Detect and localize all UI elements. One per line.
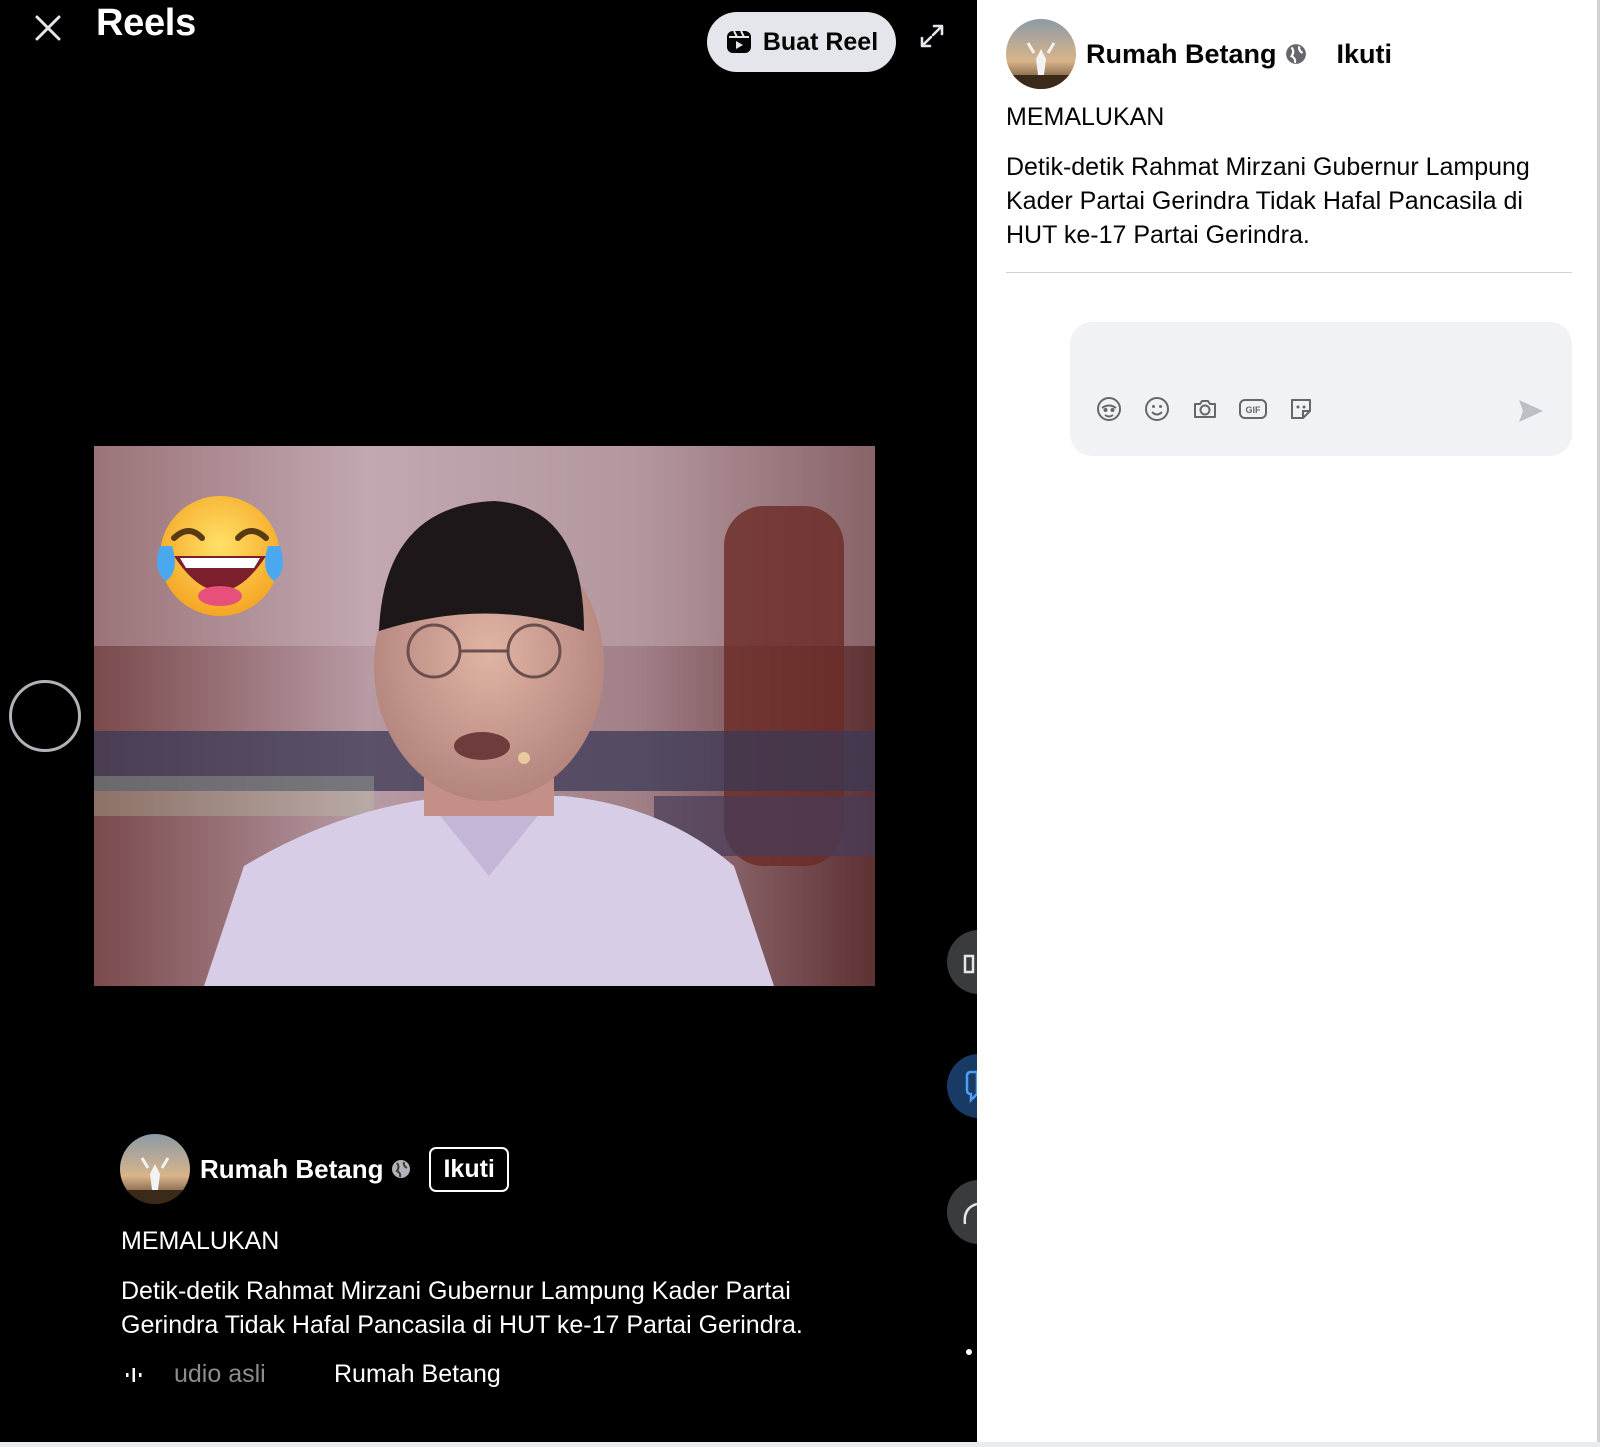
camera-icon[interactable]	[1190, 394, 1220, 424]
svg-text:GIF: GIF	[1246, 405, 1262, 415]
avatar[interactable]	[1006, 19, 1076, 89]
sticker-icon[interactable]	[1286, 394, 1316, 424]
close-button[interactable]	[28, 8, 68, 48]
post-heading: MEMALUKAN	[121, 1227, 280, 1255]
globe-icon	[1285, 43, 1307, 65]
author-name[interactable]: Rumah Betang	[1086, 39, 1277, 70]
follow-button[interactable]: Ikuti	[1337, 39, 1393, 70]
avatar-image	[120, 1134, 190, 1204]
thumbs-up-icon	[963, 954, 975, 974]
comment-composer: GIF	[1070, 322, 1572, 456]
comment-icon	[965, 1070, 977, 1104]
like-button[interactable]	[947, 930, 977, 994]
share-button[interactable]	[947, 1180, 977, 1244]
post-caption: Detik-detik Rahmat Mirzani Gubernur Lamp…	[1006, 153, 1530, 249]
avatar[interactable]	[120, 1134, 190, 1204]
reel-video[interactable]	[94, 446, 875, 986]
avatar-sticker-icon[interactable]	[1094, 394, 1124, 424]
comment-input[interactable]	[1088, 336, 1548, 376]
video-still-image	[94, 446, 875, 986]
globe-icon	[391, 1159, 411, 1179]
send-icon[interactable]	[1514, 394, 1548, 428]
author-name[interactable]: Rumah Betang	[200, 1154, 383, 1185]
author-row: Rumah Betang Ikuti	[1006, 19, 1392, 89]
reel-icon	[726, 30, 751, 53]
audio-author[interactable]: Rumah Betang	[334, 1360, 501, 1389]
create-reel-button[interactable]: Buat Reel	[707, 12, 896, 72]
post-heading: MEMALUKAN	[1006, 103, 1165, 131]
fullscreen-button[interactable]	[912, 16, 952, 56]
emoji-icon[interactable]	[1142, 394, 1172, 424]
window-bottom-edge	[0, 1442, 1600, 1447]
page-title: Reels	[96, 2, 196, 44]
post-caption: Detik-detik Rahmat Mirzani Gubernur Lamp…	[121, 1277, 803, 1339]
post-details-panel: Rumah Betang Ikuti MEMALUKAN Detik-detik…	[977, 0, 1600, 1442]
play-pause-button[interactable]	[9, 680, 81, 752]
expand-icon	[920, 24, 944, 48]
avatar-image	[1006, 19, 1076, 89]
audio-row[interactable]: udio asli Rumah Betang	[124, 1360, 501, 1389]
divider	[1006, 272, 1572, 273]
comment-tools: GIF	[1094, 394, 1316, 424]
scroll-indicator	[966, 1349, 972, 1355]
gif-icon[interactable]: GIF	[1238, 394, 1268, 424]
audio-label: udio asli	[174, 1360, 266, 1388]
share-icon	[963, 1202, 977, 1225]
create-reel-label: Buat Reel	[762, 27, 879, 56]
author-row: Rumah Betang Ikuti	[120, 1134, 509, 1204]
close-icon	[35, 15, 61, 41]
comment-button[interactable]	[947, 1054, 977, 1118]
follow-button[interactable]: Ikuti	[429, 1146, 509, 1192]
audio-wave-icon	[126, 1367, 142, 1382]
reel-viewer: Reels Buat Reel Rumah Betang Ikuti MEMAL…	[0, 0, 977, 1442]
